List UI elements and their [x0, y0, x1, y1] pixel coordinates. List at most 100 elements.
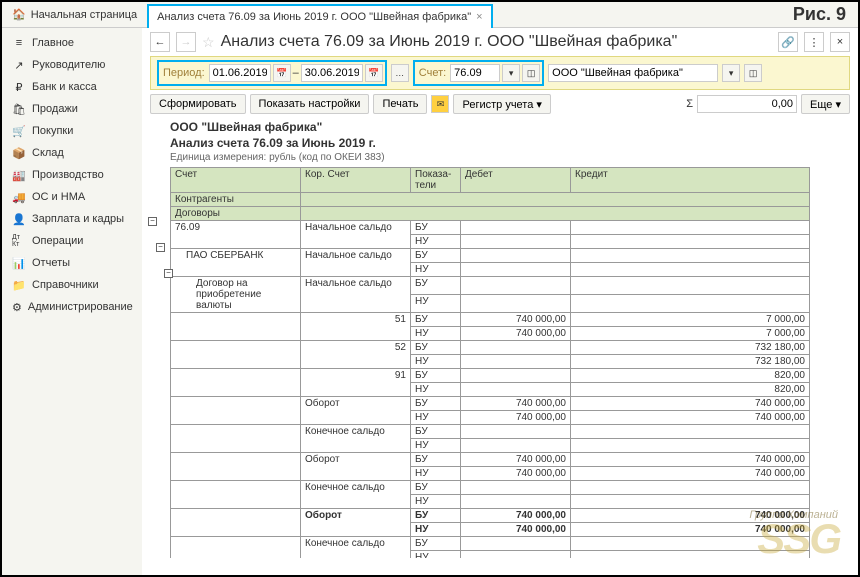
report-org: ООО "Швейная фабрика"	[170, 120, 850, 134]
table-row: Конечное сальдоБУ	[171, 537, 810, 551]
box-icon: 📦	[12, 146, 26, 160]
back-button[interactable]: ←	[150, 32, 170, 52]
print-button[interactable]: Печать	[373, 94, 427, 114]
truck-icon: 🚚	[12, 190, 26, 204]
open-icon[interactable]: ◫	[522, 64, 540, 82]
table-row: 76.09Начальное сальдоБУ	[171, 221, 810, 235]
sidebar-item-admin[interactable]: ⚙ Администрирование	[2, 296, 142, 318]
mail-icon[interactable]: ✉	[431, 95, 449, 113]
sidebar-item-main[interactable]: ≡ Главное	[2, 32, 142, 54]
close-button[interactable]: ×	[830, 32, 850, 52]
table-row: ОборотБУ740 000,00740 000,00	[171, 397, 810, 411]
sidebar-label: Администрирование	[28, 301, 133, 313]
registry-button[interactable]: Регистр учета ▾	[453, 94, 550, 114]
dropdown-icon[interactable]: ▾	[722, 64, 740, 82]
collapse-icon[interactable]: −	[156, 243, 165, 252]
sidebar-label: ОС и НМА	[32, 191, 85, 203]
sidebar-item-purchases[interactable]: 🛒 Покупки	[2, 120, 142, 142]
bars-icon: 📊	[12, 256, 26, 270]
table-row: ОборотБУ740 000,00740 000,00	[171, 453, 810, 467]
date-to-input[interactable]	[301, 64, 363, 82]
col-debit: Дебет	[461, 168, 571, 193]
table-row-total: ОборотБУ740 000,00740 000,00	[171, 509, 810, 523]
gear-icon: ⚙	[12, 300, 22, 314]
home-icon: 🏠	[12, 8, 26, 21]
table-row: 52БУ732 180,00	[171, 341, 810, 355]
sidebar-item-reports[interactable]: 📊Отчеты	[2, 252, 142, 274]
sidebar-label: Операции	[32, 235, 83, 247]
sidebar-item-hr[interactable]: 👤 Зарплата и кадры	[2, 208, 142, 230]
ruble-icon: ₽	[12, 80, 26, 94]
col-ind: Показа- тели	[411, 168, 461, 193]
sidebar-label: Главное	[32, 37, 74, 49]
toolbar: Сформировать Показать настройки Печать ✉…	[150, 94, 850, 114]
account-input[interactable]	[450, 64, 500, 82]
sidebar: ≡ Главное ↗ Руководителю ₽Банк и касса 🛍 Пр…	[2, 28, 142, 575]
sidebar-label: Руководителю	[32, 59, 105, 71]
menu-icon: ≡	[12, 36, 26, 50]
sigma-icon: Σ	[686, 98, 693, 110]
table-row: ПАО СБЕРБАНКНачальное сальдоБУ	[171, 249, 810, 263]
sidebar-label: Производство	[32, 169, 104, 181]
home-tab-label: Начальная страница	[31, 9, 137, 21]
sidebar-item-warehouse[interactable]: 📦 Склад	[2, 142, 142, 164]
settings-button[interactable]: Показать настройки	[250, 94, 370, 114]
sidebar-item-bank[interactable]: ₽Банк и касса	[2, 76, 142, 98]
col-contragents: Контрагенты	[171, 193, 301, 207]
sidebar-item-manager[interactable]: ↗ Руководителю	[2, 54, 142, 76]
sidebar-label: Продажи	[32, 103, 78, 115]
sidebar-item-assets[interactable]: 🚚 ОС и НМА	[2, 186, 142, 208]
active-tab-label: Анализ счета 76.09 за Июнь 2019 г. ООО "…	[157, 11, 471, 23]
person-icon: 👤	[12, 212, 26, 226]
collapse-icon[interactable]: −	[148, 217, 157, 226]
chart-icon: ↗	[12, 58, 26, 72]
report-title: Анализ счета 76.09 за Июнь 2019 г.	[170, 136, 850, 150]
more-button[interactable]: Еще ▾	[801, 94, 850, 114]
sidebar-item-production[interactable]: 🏭Производство	[2, 164, 142, 186]
period-select-button[interactable]: …	[391, 64, 409, 82]
table-row: Договор на приобретение валютыНачальное …	[171, 277, 810, 295]
menu-dots-icon[interactable]: ⋮	[804, 32, 824, 52]
close-icon[interactable]: ×	[476, 11, 482, 23]
filter-bar: Период: 📅 – 📅 … Счет: ▾ ◫ ▾ ◫	[150, 56, 850, 90]
sidebar-label: Покупки	[32, 125, 73, 137]
sidebar-label: Зарплата и кадры	[32, 213, 124, 225]
forward-button[interactable]: →	[176, 32, 196, 52]
favorite-icon[interactable]: ☆	[202, 34, 215, 51]
form-button[interactable]: Сформировать	[150, 94, 246, 114]
page-title: Анализ счета 76.09 за Июнь 2019 г. ООО "…	[221, 33, 678, 51]
dtkt-icon: Дт Кт	[12, 234, 26, 248]
col-contracts: Договоры	[171, 207, 301, 221]
sidebar-item-operations[interactable]: Дт Кт Операции	[2, 230, 142, 252]
table-row: Конечное сальдоБУ	[171, 481, 810, 495]
account-label: Счет:	[417, 67, 448, 79]
sidebar-item-catalogs[interactable]: 📁Справочники	[2, 274, 142, 296]
active-tab[interactable]: Анализ счета 76.09 за Июнь 2019 г. ООО "…	[147, 4, 492, 28]
table-row: 91БУ820,00	[171, 369, 810, 383]
date-from-input[interactable]	[209, 64, 271, 82]
col-account: Счет	[171, 168, 301, 193]
date-sep: –	[293, 67, 299, 79]
report-table: Счет Кор. Счет Показа- тели Дебет Кредит…	[170, 167, 810, 558]
account-filter: Счет: ▾ ◫	[413, 60, 544, 86]
period-label: Период:	[161, 67, 207, 79]
bag-icon: 🛍	[12, 102, 26, 116]
link-icon[interactable]: 🔗	[778, 32, 798, 52]
org-input[interactable]	[548, 64, 718, 82]
dropdown-icon[interactable]: ▾	[502, 64, 520, 82]
figure-label: Рис. 9	[793, 4, 846, 25]
home-tab[interactable]: 🏠 Начальная страница	[2, 2, 147, 27]
calendar-icon[interactable]: 📅	[273, 64, 291, 82]
period-filter: Период: 📅 – 📅	[157, 60, 387, 86]
sidebar-label: Справочники	[32, 279, 99, 291]
report-area: ООО "Швейная фабрика" Анализ счета 76.09…	[150, 118, 850, 558]
report-unit: Единица измерения: рубль (код по ОКЕИ 38…	[170, 152, 850, 163]
collapse-icon[interactable]: −	[164, 269, 173, 278]
open-icon[interactable]: ◫	[744, 64, 762, 82]
col-credit: Кредит	[571, 168, 810, 193]
calendar-icon[interactable]: 📅	[365, 64, 383, 82]
sum-input[interactable]	[697, 95, 797, 113]
sidebar-item-sales[interactable]: 🛍 Продажи	[2, 98, 142, 120]
sidebar-label: Склад	[32, 147, 64, 159]
cart-icon: 🛒	[12, 124, 26, 138]
